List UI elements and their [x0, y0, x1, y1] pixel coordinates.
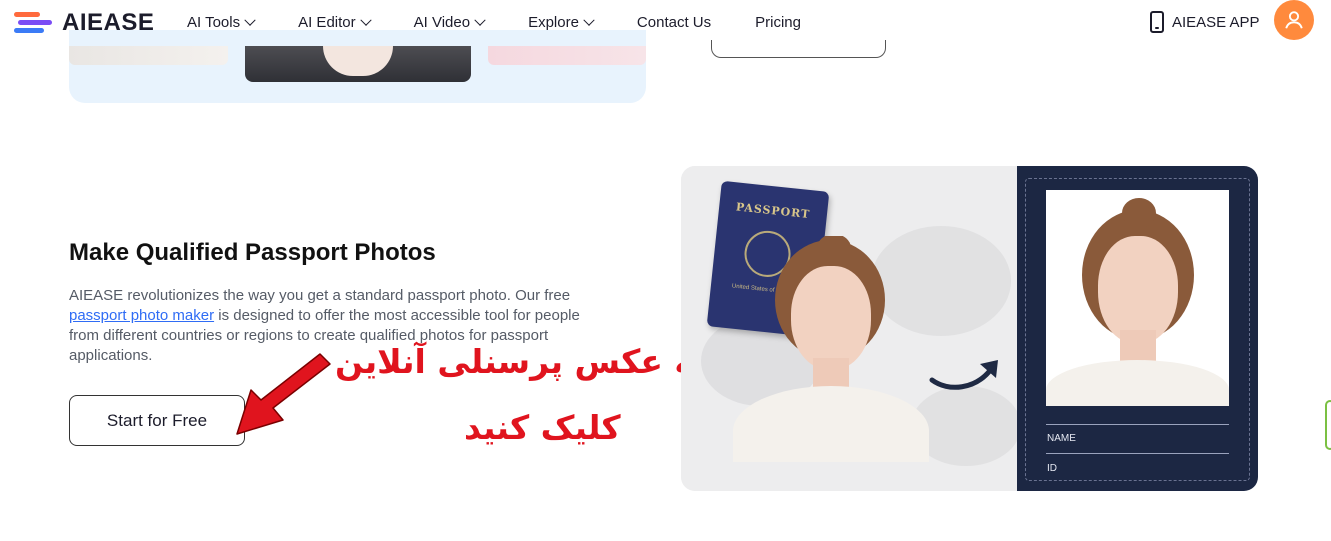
start-for-free-button[interactable]: Start for Free — [69, 395, 245, 446]
nav-ai-editor[interactable]: AI Editor — [298, 14, 372, 31]
passport-hero-image: PASSPORT United States of America NAME I… — [681, 166, 1258, 491]
card-field-name: NAME — [1047, 433, 1076, 444]
nav-pricing[interactable]: Pricing — [755, 14, 801, 31]
logo-icon — [14, 10, 54, 36]
chevron-down-icon — [244, 14, 256, 26]
nav-label: AI Video — [413, 14, 471, 31]
user-icon — [1285, 11, 1303, 29]
passport-label: PASSPORT — [735, 200, 811, 222]
user-avatar-button[interactable] — [1274, 0, 1314, 40]
previous-section-button[interactable] — [711, 40, 886, 58]
nav-ai-tools[interactable]: AI Tools — [187, 14, 256, 31]
overlay-text-line-2: کلیک کنید — [464, 408, 621, 447]
nav-label: Contact Us — [636, 14, 712, 31]
id-card: NAME ID — [1017, 166, 1258, 491]
id-photo — [1046, 190, 1229, 406]
nav-explore[interactable]: Explore — [528, 14, 595, 31]
sample-photo-thumbnail — [245, 46, 471, 82]
passport-photo-maker-link[interactable]: passport photo maker — [69, 307, 214, 324]
nav-contact-us[interactable]: Contact Us — [637, 14, 711, 31]
red-arrow-annotation — [236, 353, 331, 435]
feedback-tab[interactable] — [1325, 400, 1331, 450]
nav-label: Explore — [528, 14, 579, 31]
person-portrait — [733, 236, 929, 462]
sample-photo-thumbnail — [69, 46, 228, 65]
hero-background: PASSPORT United States of America — [681, 166, 1021, 491]
app-download-link[interactable]: AIEASE APP — [1150, 11, 1260, 33]
nav-label: AI Tools — [187, 14, 241, 31]
card-field-id: ID — [1047, 463, 1057, 474]
chevron-down-icon — [359, 14, 372, 26]
curved-arrow-icon — [929, 360, 998, 390]
nav-ai-video[interactable]: AI Video — [413, 14, 486, 31]
nav-label: Pricing — [755, 14, 801, 31]
main-nav: AI Tools AI Editor AI Video Explore Cont… — [187, 14, 845, 31]
chevron-down-icon — [474, 14, 486, 26]
chevron-down-icon — [583, 14, 595, 26]
phone-icon — [1150, 11, 1164, 33]
app-label: AIEASE APP — [1172, 13, 1260, 31]
nav-label: AI Editor — [298, 14, 356, 31]
section-title: Make Qualified Passport Photos — [69, 239, 436, 266]
sample-photo-thumbnail — [488, 46, 646, 65]
